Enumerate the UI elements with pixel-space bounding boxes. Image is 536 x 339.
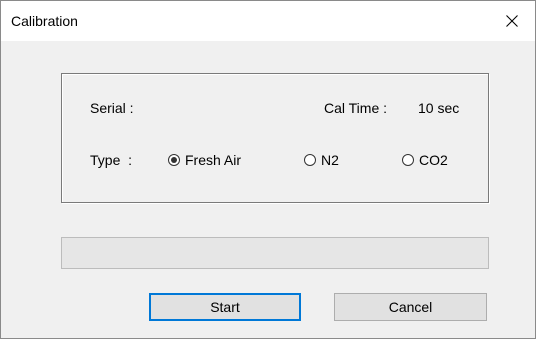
radio-checked-icon xyxy=(168,154,180,166)
radio-fresh-air-label: Fresh Air xyxy=(185,152,242,168)
cal-time-value: 10 sec xyxy=(418,100,460,116)
start-button[interactable]: Start xyxy=(149,293,301,321)
radio-n2[interactable]: N2 xyxy=(304,152,339,168)
radio-n2-label: N2 xyxy=(321,152,339,168)
settings-groupbox: Serial : Cal Time : 10 sec Type : Fresh … xyxy=(61,73,489,203)
close-icon xyxy=(506,15,518,27)
title-bar: Calibration xyxy=(1,1,535,41)
serial-label: Serial : xyxy=(90,100,134,116)
type-label: Type : xyxy=(90,152,133,168)
cal-time-label: Cal Time : xyxy=(324,100,388,116)
radio-fresh-air[interactable]: Fresh Air xyxy=(168,152,241,168)
radio-co2[interactable]: CO2 xyxy=(402,152,448,168)
window-title: Calibration xyxy=(11,13,78,29)
progress-bar xyxy=(61,237,489,269)
close-button[interactable] xyxy=(489,1,535,41)
radio-unchecked-icon xyxy=(402,154,414,166)
cancel-button[interactable]: Cancel xyxy=(334,293,487,321)
radio-unchecked-icon xyxy=(304,154,316,166)
calibration-dialog: Calibration Serial : Cal Time : 10 sec T… xyxy=(0,0,536,339)
radio-co2-label: CO2 xyxy=(419,152,448,168)
